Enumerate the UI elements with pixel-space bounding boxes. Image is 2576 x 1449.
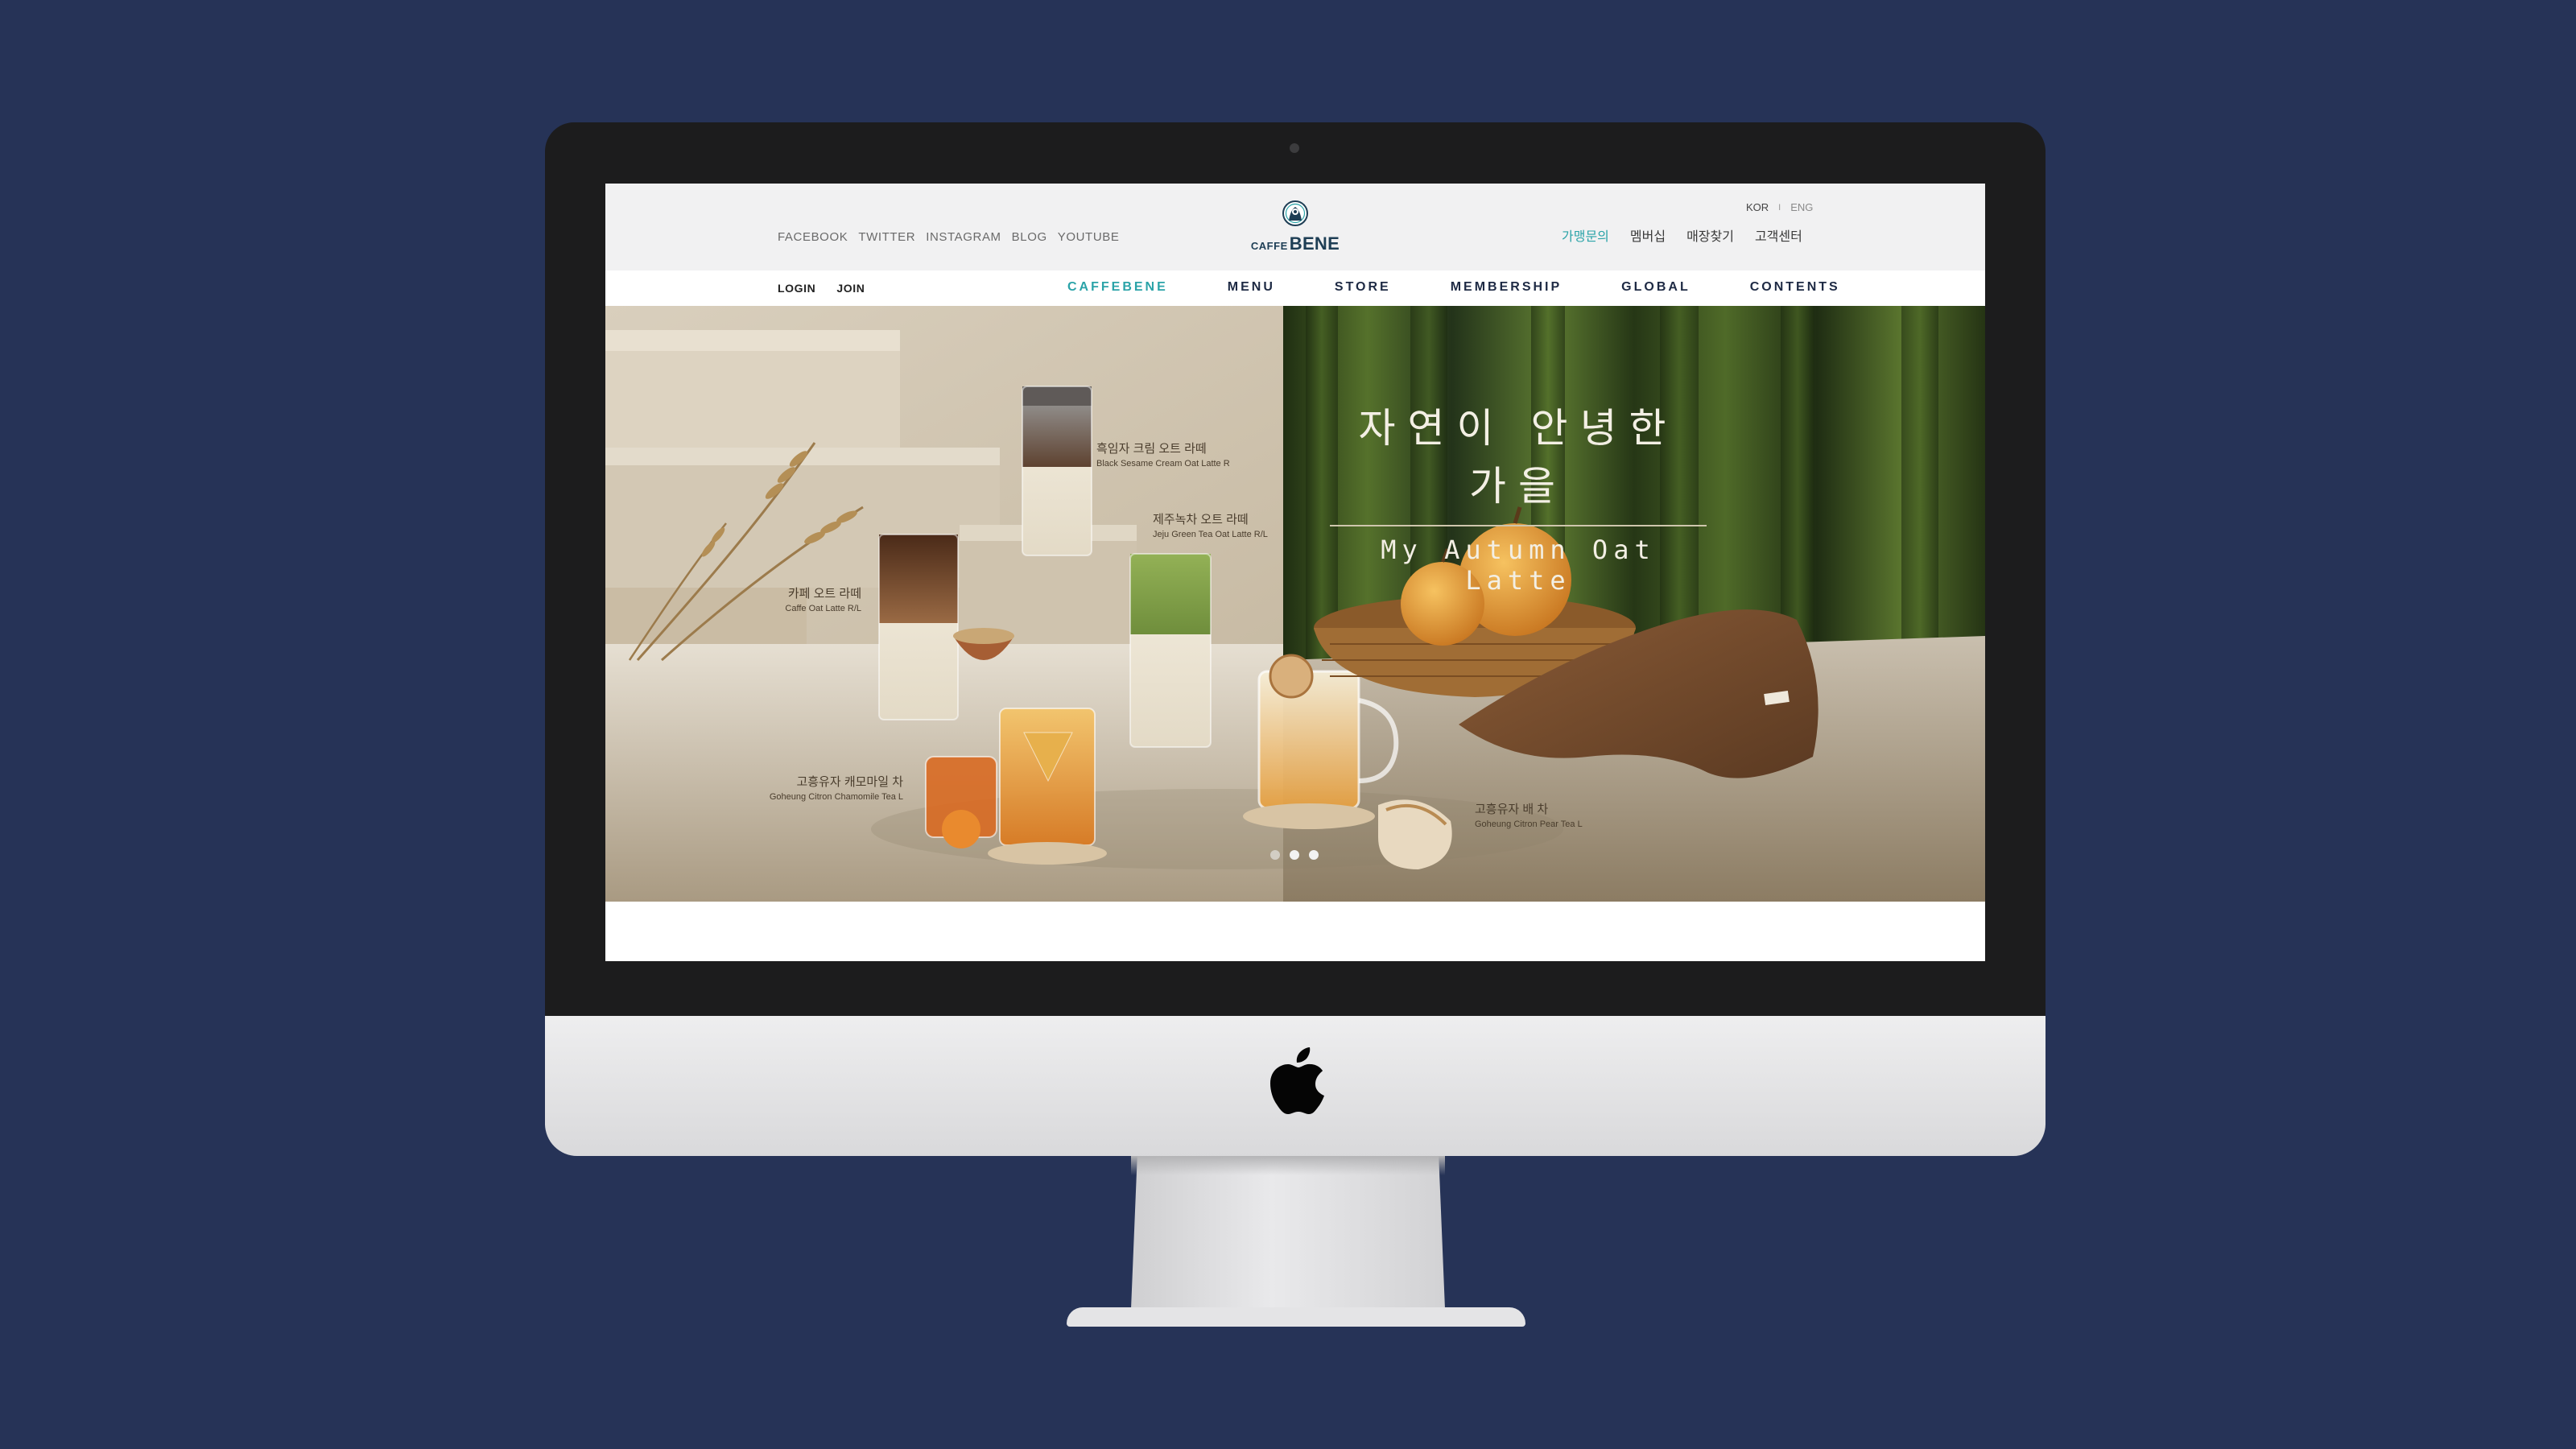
social-links: FACEBOOK TWITTER INSTAGRAM BLOG YOUTUBE [778,230,1119,244]
join-link[interactable]: JOIN [836,282,865,295]
hero-headline-divider [1330,525,1707,526]
apple-logo-icon [1270,1047,1324,1114]
product-name-kr: 제주녹차 오트 라떼 [1153,513,1249,526]
hero-banner[interactable]: 자연이 안녕한 가을 My Autumn Oat Latte 흑임자 크림 오트… [605,306,1985,902]
logo-text-caffe: CAFFE [1250,240,1288,252]
nav-item-menu[interactable]: MENU [1228,280,1275,295]
utility-link-franchise[interactable]: 가맹문의 [1562,225,1609,245]
product-name-kr: 고흥유자 캐모마일 차 [796,775,903,789]
social-link-facebook[interactable]: FACEBOOK [778,230,848,244]
hero-headline-en: My Autumn Oat Latte [1381,535,1656,596]
login-link[interactable]: LOGIN [778,282,815,295]
utility-link-membership[interactable]: 멤버십 [1630,225,1666,245]
nav-item-caffebene[interactable]: CAFFEBENE [1067,280,1168,295]
imac-stand-shadow [1131,1156,1445,1175]
product-name-en: Black Sesame Cream Oat Latte R [1096,459,1230,469]
nav-item-contents[interactable]: CONTENTS [1750,280,1840,295]
logo-wordmark: CAFFE BENE [1251,233,1340,254]
slider-dot-2[interactable] [1290,850,1299,860]
product-name-kr: 흑임자 크림 오트 라떼 [1096,442,1207,456]
product-name-kr: 카페 오트 라떼 [787,587,861,601]
caffebene-logo[interactable]: CAFFE BENE [1245,200,1345,256]
product-name-en: Goheung Citron Chamomile Tea L [769,792,903,802]
utility-links: 가맹문의 멤버십 매장찾기 고객센터 [1562,225,1802,245]
main-navigation: LOGIN JOIN CAFFEBENE MENU STORE MEMBERSH… [605,270,1985,306]
imac-stand-base [1067,1307,1525,1327]
camera-icon [1290,143,1299,153]
logo-emblem-icon [1282,200,1308,226]
slider-dot-3[interactable] [1309,850,1319,860]
hero-headline: 자연이 안녕한 가을 My Autumn Oat Latte [1327,396,1710,596]
lang-kor[interactable]: KOR [1746,201,1769,213]
product-name-en: Goheung Citron Pear Tea L [1475,819,1583,829]
utility-link-customer-center[interactable]: 고객센터 [1755,225,1802,245]
nav-item-store[interactable]: STORE [1335,280,1391,295]
site-header: FACEBOOK TWITTER INSTAGRAM BLOG YOUTUBE … [605,184,1985,270]
lang-eng[interactable]: ENG [1790,201,1813,213]
product-label: 고흥유자 캐모마일 차 Goheung Citron Chamomile Tea… [710,773,903,802]
social-link-twitter[interactable]: TWITTER [858,230,915,244]
product-label: 카페 오트 라떼 Caffe Oat Latte R/L [700,584,861,613]
product-label: 제주녹차 오트 라떼 Jeju Green Tea Oat Latte R/L [1153,510,1314,539]
product-label: 흑임자 크림 오트 라떼 Black Sesame Cream Oat Latt… [1096,440,1257,469]
logo-text-bene: BENE [1289,233,1340,254]
slider-dot-1[interactable] [1270,850,1280,860]
nav-item-membership[interactable]: MEMBERSHIP [1451,280,1562,295]
slider-pagination [1270,850,1319,860]
product-label: 고흥유자 배 차 Goheung Citron Pear Tea L [1475,800,1652,829]
product-name-en: Caffe Oat Latte R/L [785,604,861,613]
social-link-instagram[interactable]: INSTAGRAM [926,230,1001,244]
hero-headline-kr: 자연이 안녕한 가을 [1358,405,1678,510]
social-link-blog[interactable]: BLOG [1012,230,1047,244]
lang-separator: I [1778,202,1781,213]
auth-links: LOGIN JOIN [778,282,865,295]
browser-screen: FACEBOOK TWITTER INSTAGRAM BLOG YOUTUBE … [605,184,1985,961]
product-name-en: Jeju Green Tea Oat Latte R/L [1153,530,1268,539]
utility-link-store-finder[interactable]: 매장찾기 [1686,225,1734,245]
social-link-youtube[interactable]: YOUTUBE [1058,230,1120,244]
imac-stand-neck [1131,1156,1445,1309]
nav-item-global[interactable]: GLOBAL [1621,280,1690,295]
gnb-menu: CAFFEBENE MENU STORE MEMBERSHIP GLOBAL C… [1067,280,1840,295]
language-switch: KOR I ENG [1746,201,1813,213]
product-name-kr: 고흥유자 배 차 [1475,803,1549,816]
